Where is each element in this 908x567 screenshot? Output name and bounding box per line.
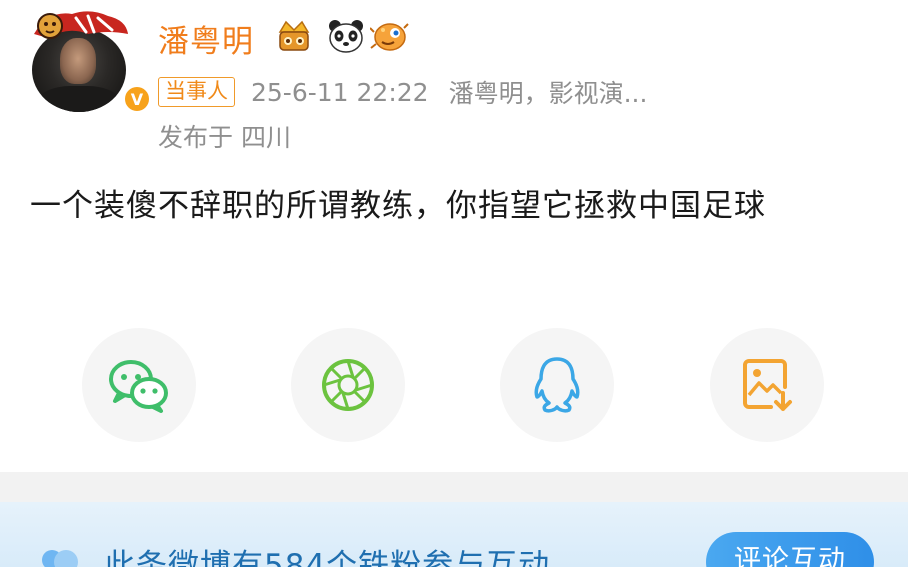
party-tag: 当事人 — [158, 77, 235, 107]
author-description[interactable]: 潘粤明，影视演... — [449, 74, 648, 110]
wechat-icon — [109, 360, 168, 413]
post-content: 一个装傻不辞职的所谓教练，你指望它拯救中国足球 — [30, 188, 766, 224]
fan-interaction-banner: 此条微博有584个铁粉参与互动 评论互动 — [0, 502, 908, 567]
section-divider — [0, 472, 908, 502]
author-name[interactable]: 潘粤明 — [158, 16, 254, 61]
fans-interaction-text: 此条微博有584个铁粉参与互动 — [104, 548, 551, 567]
comment-interact-button[interactable]: 评论互动 — [706, 532, 874, 567]
fans-icon — [42, 550, 78, 567]
weibo-post: V 潘粤明 当事人 25-6-11 22:22 潘粤明，影视演... 发布于 四… — [0, 0, 908, 472]
moments-icon — [322, 359, 374, 411]
qq-icon — [534, 357, 580, 413]
post-meta: 当事人 25-6-11 22:22 潘粤明，影视演... — [158, 75, 647, 109]
share-qq-button[interactable] — [500, 328, 614, 442]
save-image-button[interactable] — [710, 328, 824, 442]
verified-badge-icon: V — [122, 84, 152, 114]
pufferfish-medal-icon[interactable] — [370, 18, 410, 54]
panda-medal-icon[interactable] — [326, 18, 366, 54]
post-location: 发布于 四川 — [158, 123, 291, 152]
crown-medal-icon[interactable] — [274, 18, 314, 54]
share-moments-button[interactable] — [291, 328, 405, 442]
avatar-decoration-icon — [34, 11, 128, 39]
post-timestamp: 25-6-11 22:22 — [251, 77, 429, 107]
save-image-icon — [743, 359, 792, 411]
author-avatar[interactable]: V — [28, 4, 152, 114]
share-wechat-button[interactable] — [82, 328, 196, 442]
